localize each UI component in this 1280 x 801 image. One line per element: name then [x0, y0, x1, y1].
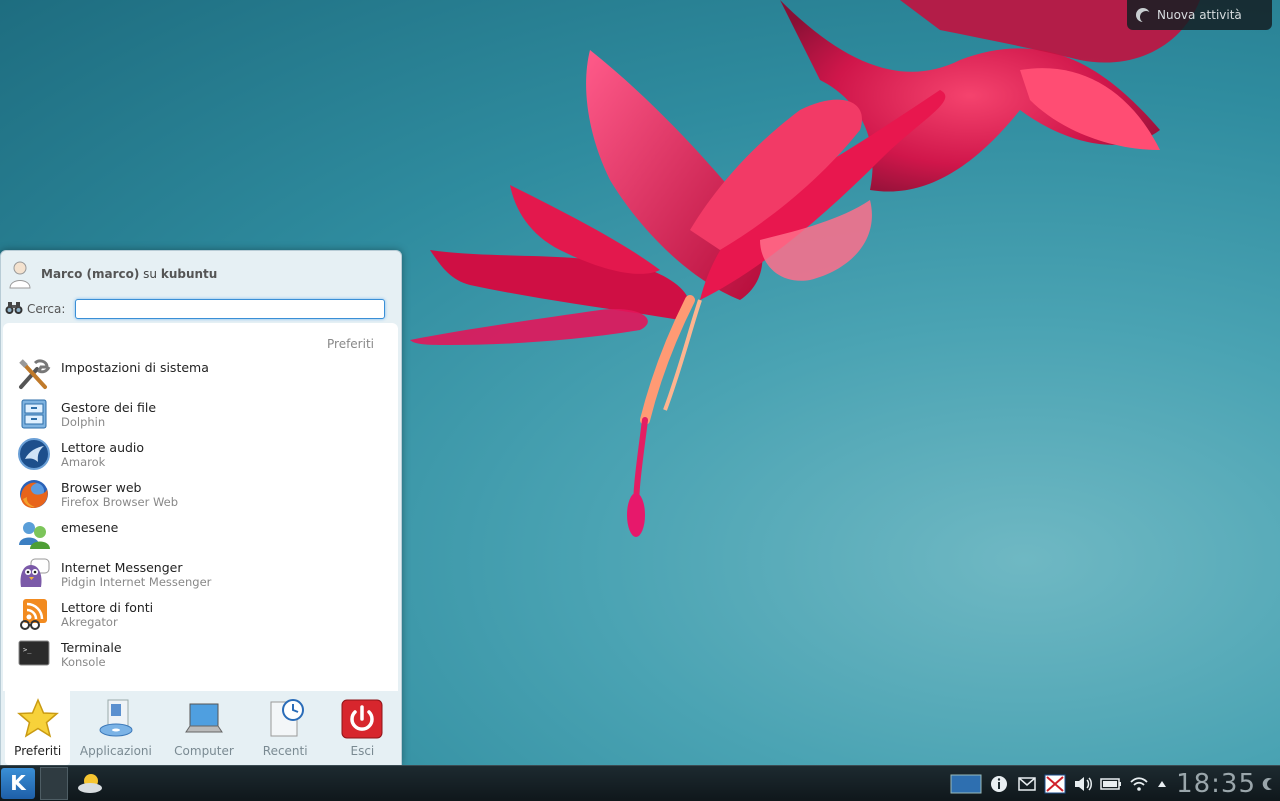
tab-preferiti[interactable]: Preferiti: [5, 689, 71, 765]
user-avatar-icon: [7, 259, 33, 289]
application-launcher: Marco (marco) su kubuntu Cerca: Preferit…: [0, 250, 402, 765]
item-name: Gestore dei file: [61, 400, 157, 415]
tab-computer[interactable]: Computer: [161, 689, 246, 765]
item-name: emesene: [61, 520, 119, 535]
firefox-icon: [17, 477, 51, 511]
item-subtitle: Firefox Browser Web: [61, 495, 179, 509]
favorites-list: Impostazioni di sistema Gestore dei file…: [17, 357, 377, 677]
search-row: Cerca:: [5, 299, 386, 319]
list-item[interactable]: Internet Messenger Pidgin Internet Messen…: [17, 557, 377, 597]
tab-label: Applicazioni: [79, 744, 152, 758]
list-item[interactable]: Browser web Firefox Browser Web: [17, 477, 377, 517]
binoculars-icon: [5, 301, 23, 318]
list-item[interactable]: emesene: [17, 517, 377, 557]
item-name: Lettore audio: [61, 440, 145, 455]
search-input[interactable]: [75, 299, 386, 319]
applications-icon: [94, 698, 138, 740]
tray-expand-icon[interactable]: [1156, 773, 1168, 795]
tab-label: Esci: [350, 744, 375, 758]
list-item[interactable]: Lettore audio Amarok: [17, 437, 377, 477]
user-header: Marco (marco) su kubuntu: [7, 259, 217, 289]
system-settings-icon: [17, 357, 51, 391]
item-name: Impostazioni di sistema: [61, 360, 209, 375]
star-icon: [16, 698, 60, 740]
search-label: Cerca:: [27, 302, 66, 316]
item-subtitle: Akregator: [61, 615, 118, 629]
favorites-panel: Preferiti Impostazioni di sistema Gestor…: [3, 323, 398, 691]
system-tray: 18:35: [950, 766, 1280, 801]
item-subtitle: Dolphin: [61, 415, 106, 429]
section-title: Preferiti: [327, 337, 374, 351]
launcher-tabs: Preferiti Applicazioni Computer Recenti …: [1, 689, 401, 765]
list-item[interactable]: Gestore dei file Dolphin: [17, 397, 377, 437]
desktop-pager[interactable]: [40, 767, 68, 800]
user-name: Marco (marco): [41, 267, 140, 281]
tab-applicazioni[interactable]: Applicazioni: [70, 689, 161, 765]
wifi-icon[interactable]: [1128, 773, 1150, 795]
computer-icon: [182, 698, 226, 740]
clock[interactable]: 18:35: [1176, 769, 1256, 799]
new-activity-button[interactable]: Nuova attività: [1127, 0, 1272, 30]
file-manager-icon: [17, 397, 51, 431]
activity-label: Nuova attività: [1157, 8, 1242, 22]
amarok-icon: [17, 437, 51, 471]
tab-recenti[interactable]: Recenti: [247, 689, 324, 765]
user-on: su: [143, 267, 158, 281]
volume-icon[interactable]: [1072, 773, 1094, 795]
weather-icon[interactable]: [74, 771, 106, 795]
recent-documents-icon: [263, 698, 307, 740]
tab-label: Computer: [174, 744, 234, 758]
network-disconnected-icon[interactable]: [1044, 773, 1066, 795]
item-name: Terminale: [61, 640, 122, 655]
host-name: kubuntu: [160, 267, 218, 281]
item-subtitle: Konsole: [61, 655, 106, 669]
item-subtitle: Amarok: [61, 455, 106, 469]
power-icon: [340, 698, 384, 740]
emesene-icon: [17, 517, 51, 551]
item-name: Internet Messenger: [61, 560, 183, 575]
list-item[interactable]: >_ Terminale Konsole: [17, 637, 377, 677]
item-name: Browser web: [61, 480, 142, 495]
tab-label: Preferiti: [14, 744, 62, 758]
list-item[interactable]: Lettore di fonti Akregator: [17, 597, 377, 637]
kde-logo-icon: K: [10, 771, 26, 795]
info-icon[interactable]: [988, 773, 1010, 795]
tab-esci[interactable]: Esci: [324, 689, 401, 765]
svg-text:>_: >_: [23, 646, 32, 654]
battery-icon[interactable]: [1100, 773, 1122, 795]
rss-icon: [17, 597, 51, 631]
item-name: Lettore di fonti: [61, 600, 154, 615]
activity-icon: [1140, 11, 1152, 23]
mail-icon[interactable]: [1016, 773, 1038, 795]
list-item[interactable]: Impostazioni di sistema: [17, 357, 377, 397]
application-menu-button[interactable]: K: [1, 768, 35, 799]
item-subtitle: Pidgin Internet Messenger: [61, 575, 212, 589]
taskbar: K 18:35: [0, 765, 1280, 801]
terminal-icon: >_: [17, 637, 51, 671]
activities-icon[interactable]: [1262, 773, 1274, 795]
tab-label: Recenti: [262, 744, 308, 758]
desktop-preview-icon[interactable]: [950, 773, 982, 795]
pidgin-icon: [17, 557, 51, 591]
